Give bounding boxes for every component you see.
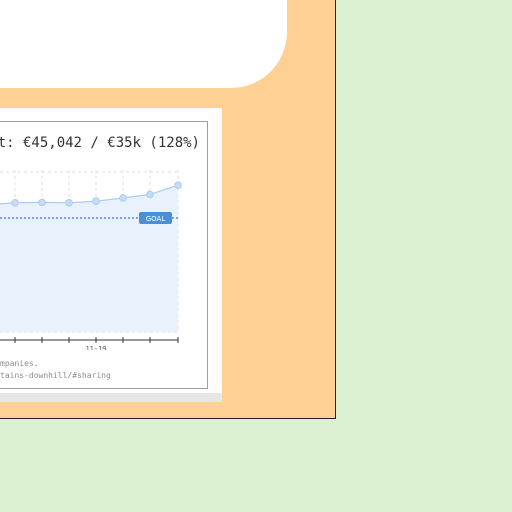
data-point xyxy=(146,190,154,199)
chart-header-text: ed at: €45,042 / €35k (128%) xyxy=(0,135,200,151)
data-point xyxy=(11,199,19,207)
chart-area-fill xyxy=(0,185,178,332)
speech-bubble xyxy=(0,0,287,88)
caption-line-1: mpanies. xyxy=(0,359,39,368)
frame-bottom-strip xyxy=(0,393,222,402)
chart-header: ed at: €45,042 / €35k (128%) xyxy=(0,135,200,151)
goal-label: GOAL xyxy=(146,215,166,223)
caption-line-2: tains-downhill/#sharing xyxy=(0,371,111,380)
data-point xyxy=(119,194,127,202)
data-point xyxy=(92,197,100,206)
progress-chart: GOAL 11-19 xyxy=(0,170,182,350)
data-point xyxy=(65,199,73,207)
data-point xyxy=(174,181,182,190)
x-tick-label: 11-19 xyxy=(85,345,106,350)
data-point xyxy=(38,198,46,207)
